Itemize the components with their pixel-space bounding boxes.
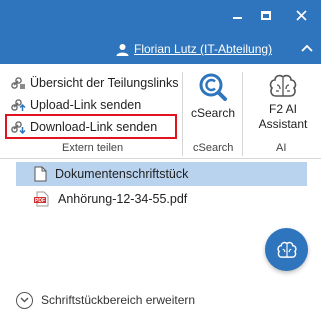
expand-document-area-button[interactable]: Schriftstückbereich erweitern bbox=[16, 290, 195, 310]
ai-label-line2: Assistant bbox=[258, 117, 308, 131]
ribbon-separator bbox=[242, 72, 243, 156]
link-overview-icon bbox=[11, 77, 25, 89]
expand-label: Schriftstückbereich erweitern bbox=[41, 293, 196, 307]
csearch-icon bbox=[199, 73, 227, 101]
list-item[interactable]: PDF Anhörung-12-34-55.pdf bbox=[16, 187, 307, 211]
list-item[interactable]: Dokumentenschriftstück bbox=[16, 162, 307, 186]
title-bar: Florian Lutz (IT-Abteilung) bbox=[0, 0, 321, 64]
close-button[interactable] bbox=[288, 4, 314, 26]
minimize-icon bbox=[232, 17, 242, 19]
collapse-ribbon-button[interactable] bbox=[299, 40, 315, 56]
chevron-up-icon bbox=[301, 44, 313, 52]
file-name: Dokumentenschriftstück bbox=[55, 167, 189, 181]
expand-circle bbox=[16, 291, 33, 309]
csearch-label: cSearch bbox=[190, 106, 236, 120]
maximize-icon bbox=[261, 10, 271, 20]
ribbon: Übersicht der Teilungslinks Upload-Link … bbox=[0, 64, 321, 159]
maximize-button[interactable] bbox=[253, 4, 279, 26]
file-name: Anhörung-12-34-55.pdf bbox=[58, 192, 188, 206]
ai-assistant-button[interactable]: F2 AI Assistant bbox=[250, 72, 316, 140]
chevron-down-icon bbox=[20, 297, 29, 303]
upload-link-button[interactable]: Upload-Link senden bbox=[11, 95, 141, 114]
upload-link-label: Upload-Link senden bbox=[30, 97, 142, 112]
share-links-overview-button[interactable]: Übersicht der Teilungslinks bbox=[11, 73, 178, 92]
close-icon bbox=[295, 9, 307, 21]
document-area: Dokumentenschriftstück PDF Anhörung-12-3… bbox=[0, 160, 321, 327]
group-label-extern: Extern teilen bbox=[62, 142, 124, 154]
user-icon bbox=[116, 43, 129, 56]
brain-icon bbox=[276, 241, 297, 258]
highlight-box bbox=[5, 114, 177, 139]
user-name: Florian Lutz (IT-Abteilung) bbox=[134, 42, 273, 56]
ai-label-line1: F2 AI bbox=[268, 102, 297, 116]
ai-assistant-label: F2 AI Assistant bbox=[259, 102, 308, 132]
user-link[interactable]: Florian Lutz (IT-Abteilung) bbox=[116, 40, 272, 58]
group-label-ai: AI bbox=[276, 142, 287, 154]
share-links-overview-label: Übersicht der Teilungslinks bbox=[30, 75, 179, 90]
minimize-button[interactable] bbox=[224, 4, 250, 26]
document-icon bbox=[34, 166, 47, 182]
brain-icon bbox=[269, 74, 297, 97]
svg-text:PDF: PDF bbox=[35, 198, 45, 204]
upload-link-icon bbox=[11, 99, 26, 111]
ai-assistant-fab[interactable] bbox=[265, 228, 308, 271]
group-label-csearch: cSearch bbox=[193, 142, 234, 154]
ribbon-separator bbox=[182, 72, 183, 156]
csearch-button[interactable]: cSearch bbox=[187, 72, 239, 134]
pdf-icon: PDF bbox=[34, 191, 49, 207]
